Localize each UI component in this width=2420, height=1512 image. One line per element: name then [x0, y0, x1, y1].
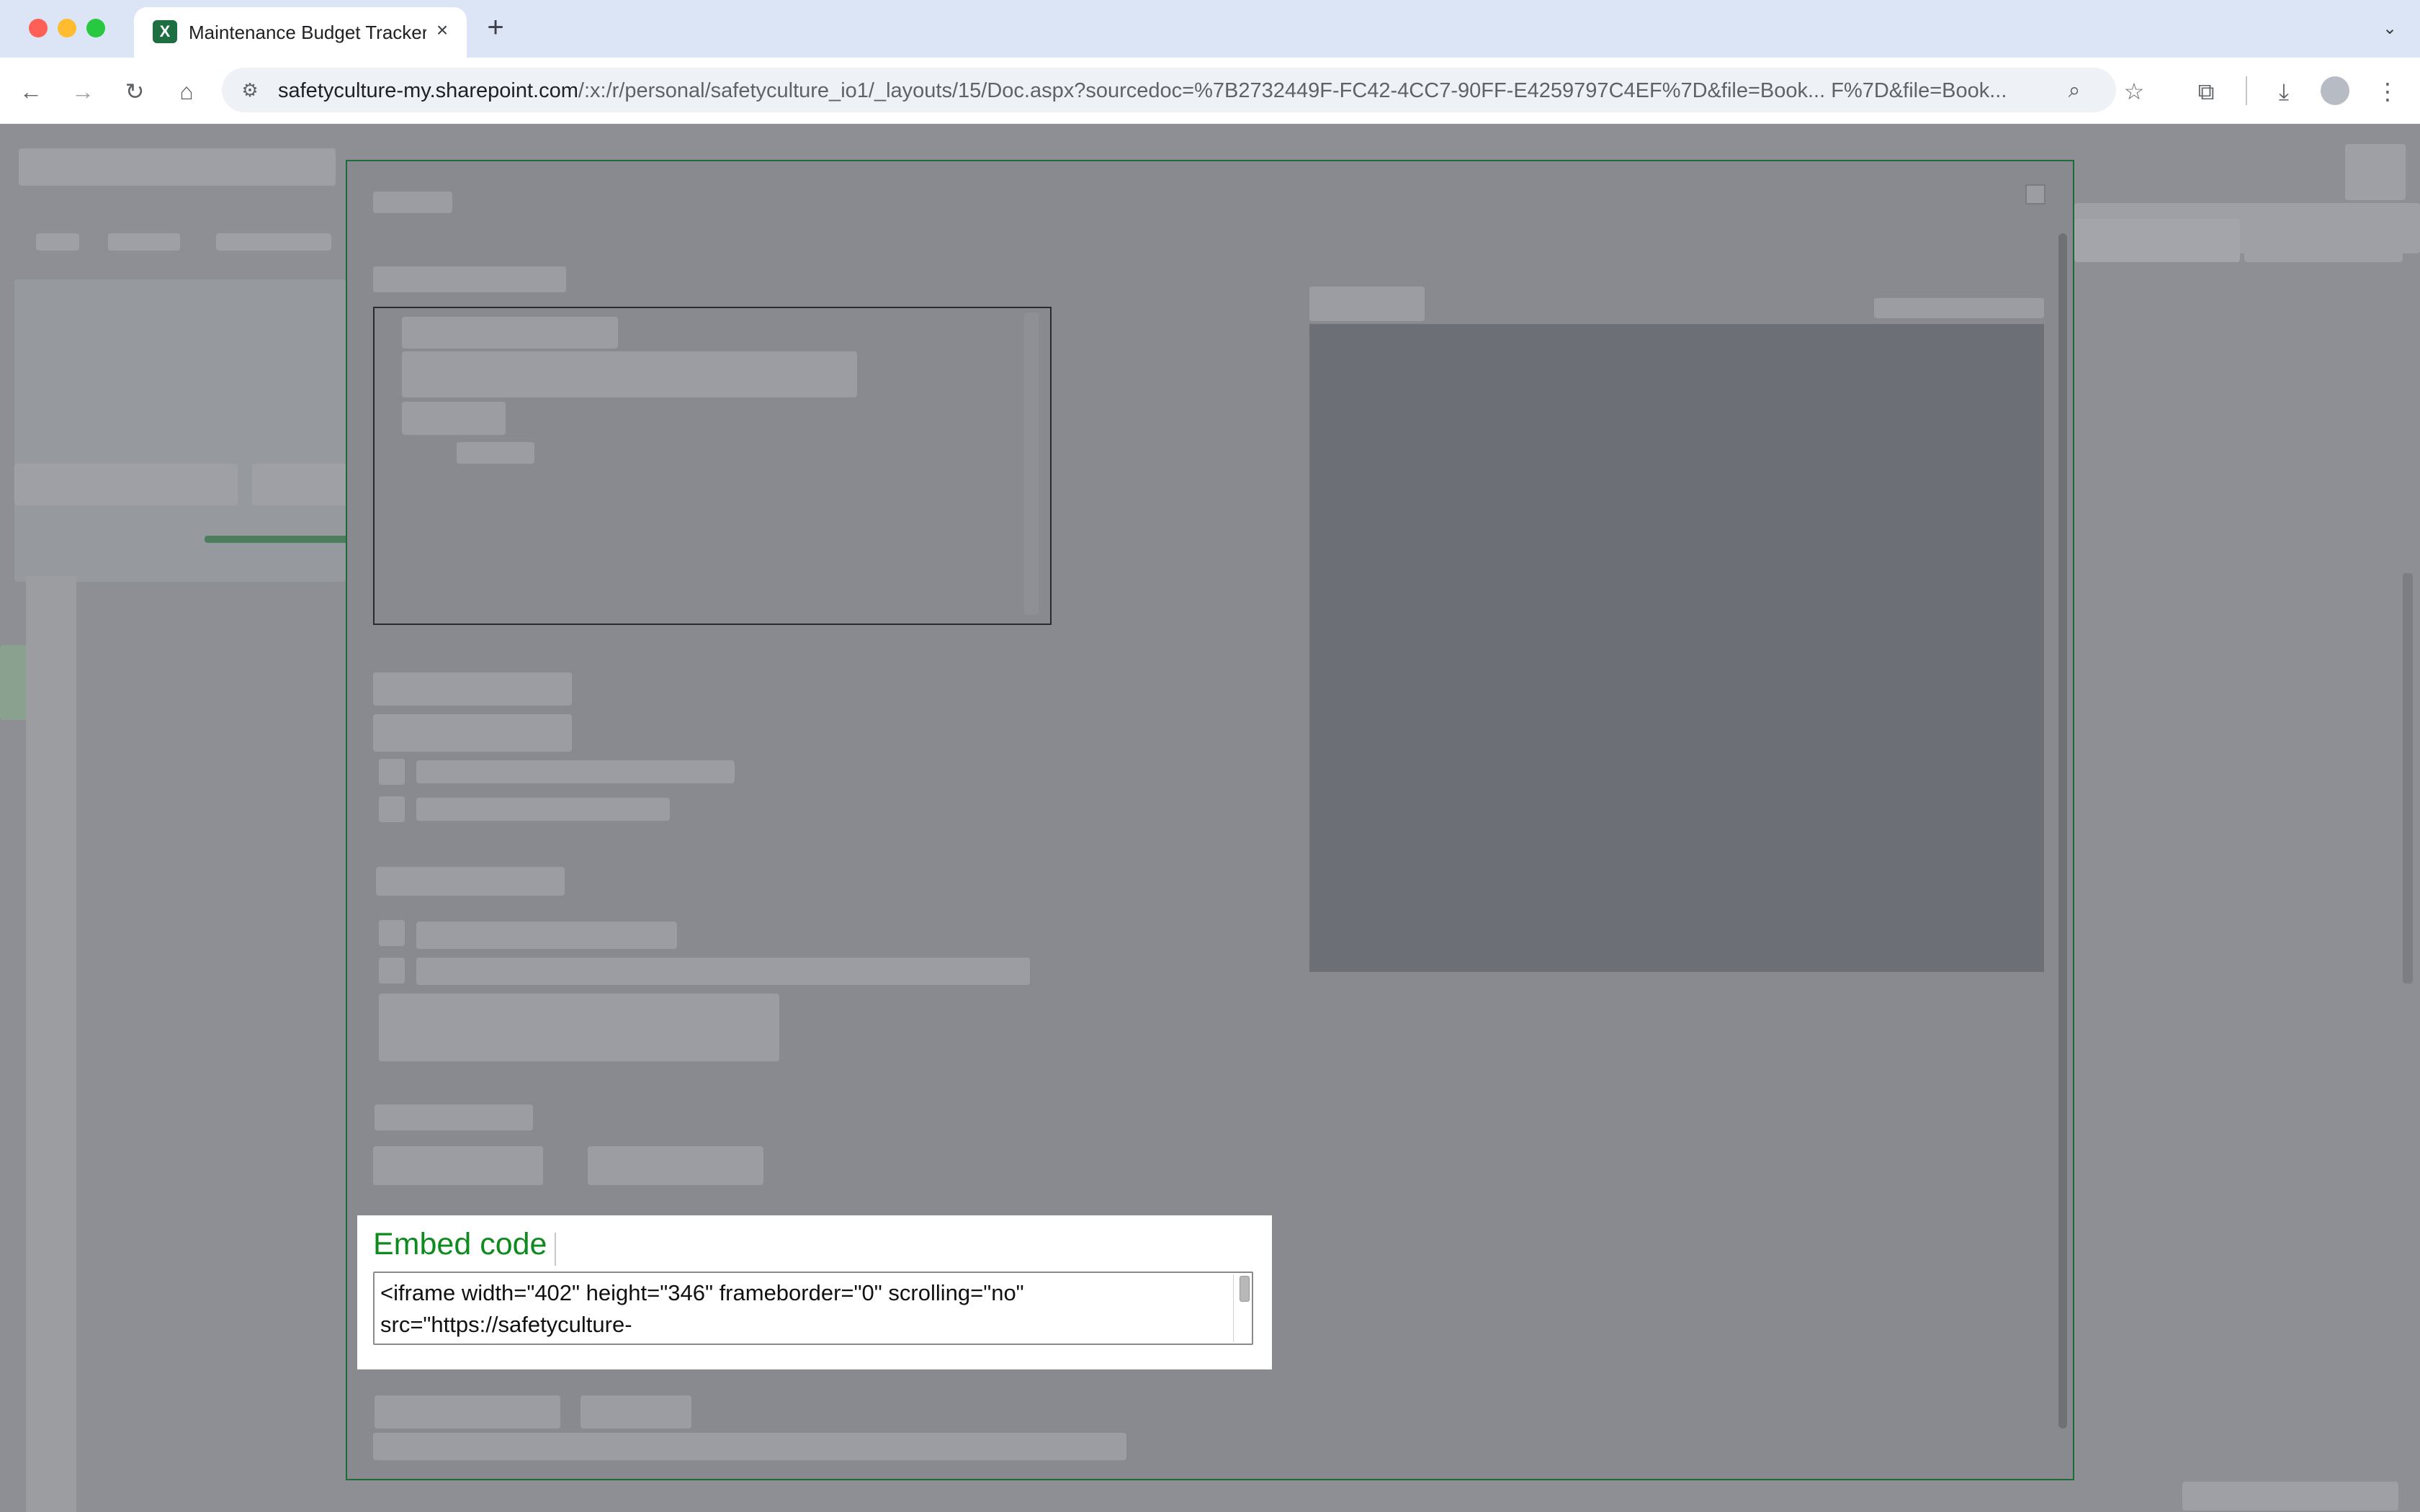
label-placeholder: [373, 672, 572, 706]
footer-text-placeholder: [373, 1433, 1126, 1460]
dialog-title-placeholder: [373, 192, 452, 213]
option-label-placeholder: [416, 760, 735, 783]
placeholder-bar: [108, 233, 180, 251]
extensions-icon[interactable]: ⧉: [2190, 75, 2223, 108]
option-label-placeholder: [416, 798, 670, 821]
embed-code-title: Embed code: [373, 1227, 547, 1261]
placeholder-bar: [2244, 219, 2403, 262]
checkbox-placeholder[interactable]: [379, 796, 405, 822]
name-box-placeholder: [14, 464, 238, 505]
label-placeholder: [375, 1104, 533, 1130]
window-minimize-button[interactable]: [58, 19, 76, 37]
field-placeholder[interactable]: [373, 1146, 543, 1185]
window-maximize-button[interactable]: [86, 19, 105, 37]
browser-tab-strip: X Maintenance Budget Tracker × + ⌄: [0, 0, 2420, 58]
window-close-button[interactable]: [29, 19, 48, 37]
placeholder-bar: [2345, 144, 2406, 200]
url-host: safetyculture-my.sharepoint.com: [278, 79, 578, 102]
tab-title: Maintenance Budget Tracker: [189, 22, 426, 43]
preview-label-placeholder: [1309, 287, 1425, 321]
sheet-tab-underline: [205, 536, 349, 543]
sheet-scrollbar-placeholder: [2403, 573, 2413, 984]
download-icon[interactable]: ⤓: [2267, 75, 2300, 108]
address-bar[interactable]: ⚙ safetyculture-my.sharepoint.com/:x:/r/…: [222, 68, 2116, 112]
toolbar-divider: [2246, 76, 2247, 105]
checkbox-placeholder[interactable]: [379, 920, 405, 946]
list-item-placeholder: [402, 317, 618, 348]
items-list-box[interactable]: [373, 307, 1052, 625]
checkbox-placeholder[interactable]: [379, 958, 405, 984]
url-text[interactable]: safetyculture-my.sharepoint.com/:x:/r/pe…: [278, 79, 2007, 103]
profile-icon[interactable]: [2321, 76, 2349, 105]
title-divider: [555, 1233, 556, 1266]
checkbox-placeholder[interactable]: [379, 759, 405, 785]
row-header-placeholder: [26, 576, 76, 1512]
browser-tab-active[interactable]: X Maintenance Budget Tracker ×: [134, 7, 467, 58]
dialog-scrollbar[interactable]: [2058, 233, 2067, 1428]
search-placeholder: [2074, 219, 2240, 262]
status-placeholder: [2182, 1482, 2398, 1511]
forward-icon[interactable]: →: [66, 75, 99, 108]
label-placeholder: [373, 266, 566, 292]
url-path: /:x:/r/personal/safetyculture_io1/_layou…: [578, 79, 2007, 102]
dialog-close-button[interactable]: [2025, 184, 2045, 204]
preview-link-placeholder[interactable]: [1874, 298, 2044, 318]
field-placeholder[interactable]: [588, 1146, 763, 1185]
tab-close-icon[interactable]: ×: [429, 17, 455, 43]
new-tab-button[interactable]: +: [481, 13, 510, 42]
list-item-placeholder: [402, 402, 506, 435]
label-placeholder: [373, 714, 572, 752]
browser-toolbar: ← → ↻ ⌂ ⚙ safetyculture-my.sharepoint.co…: [0, 58, 2420, 125]
embed-code-text[interactable]: <iframe width="402" height="346" framebo…: [380, 1277, 1230, 1342]
reload-icon[interactable]: ↻: [118, 75, 151, 108]
footer-label-placeholder: [375, 1395, 560, 1428]
placeholder-bar: [19, 148, 336, 186]
embed-code-section: Embed code <iframe width="402" height="3…: [357, 1215, 1272, 1369]
placeholder-bar: [216, 233, 331, 251]
list-scrollbar[interactable]: [1024, 312, 1039, 615]
back-icon[interactable]: ←: [14, 75, 48, 108]
option-label-placeholder: [416, 958, 1030, 985]
bookmark-star-icon[interactable]: ☆: [2118, 75, 2151, 108]
formula-bar-placeholder: [252, 464, 360, 505]
embed-preview-pane: [1309, 324, 2044, 972]
menu-icon[interactable]: ⋮: [2371, 75, 2404, 108]
list-item-placeholder: [402, 351, 857, 397]
tab-search-icon[interactable]: ⌄: [2375, 16, 2404, 42]
field-placeholder[interactable]: [379, 994, 779, 1061]
home-icon[interactable]: ⌂: [170, 75, 203, 108]
placeholder-bar: [36, 233, 79, 251]
embed-code-scroll-thumb[interactable]: [1240, 1276, 1250, 1302]
site-info-icon[interactable]: ⚙: [238, 78, 262, 102]
label-placeholder: [376, 867, 565, 896]
footer-label-placeholder: [581, 1395, 691, 1428]
embed-code-scrollbar[interactable]: [1233, 1274, 1252, 1342]
option-label-placeholder: [416, 922, 677, 949]
zoom-icon[interactable]: ⌕: [2060, 76, 2089, 105]
embed-code-textarea[interactable]: <iframe width="402" height="346" framebo…: [373, 1272, 1253, 1345]
excel-icon: X: [153, 20, 177, 43]
list-item-placeholder: [457, 442, 534, 464]
